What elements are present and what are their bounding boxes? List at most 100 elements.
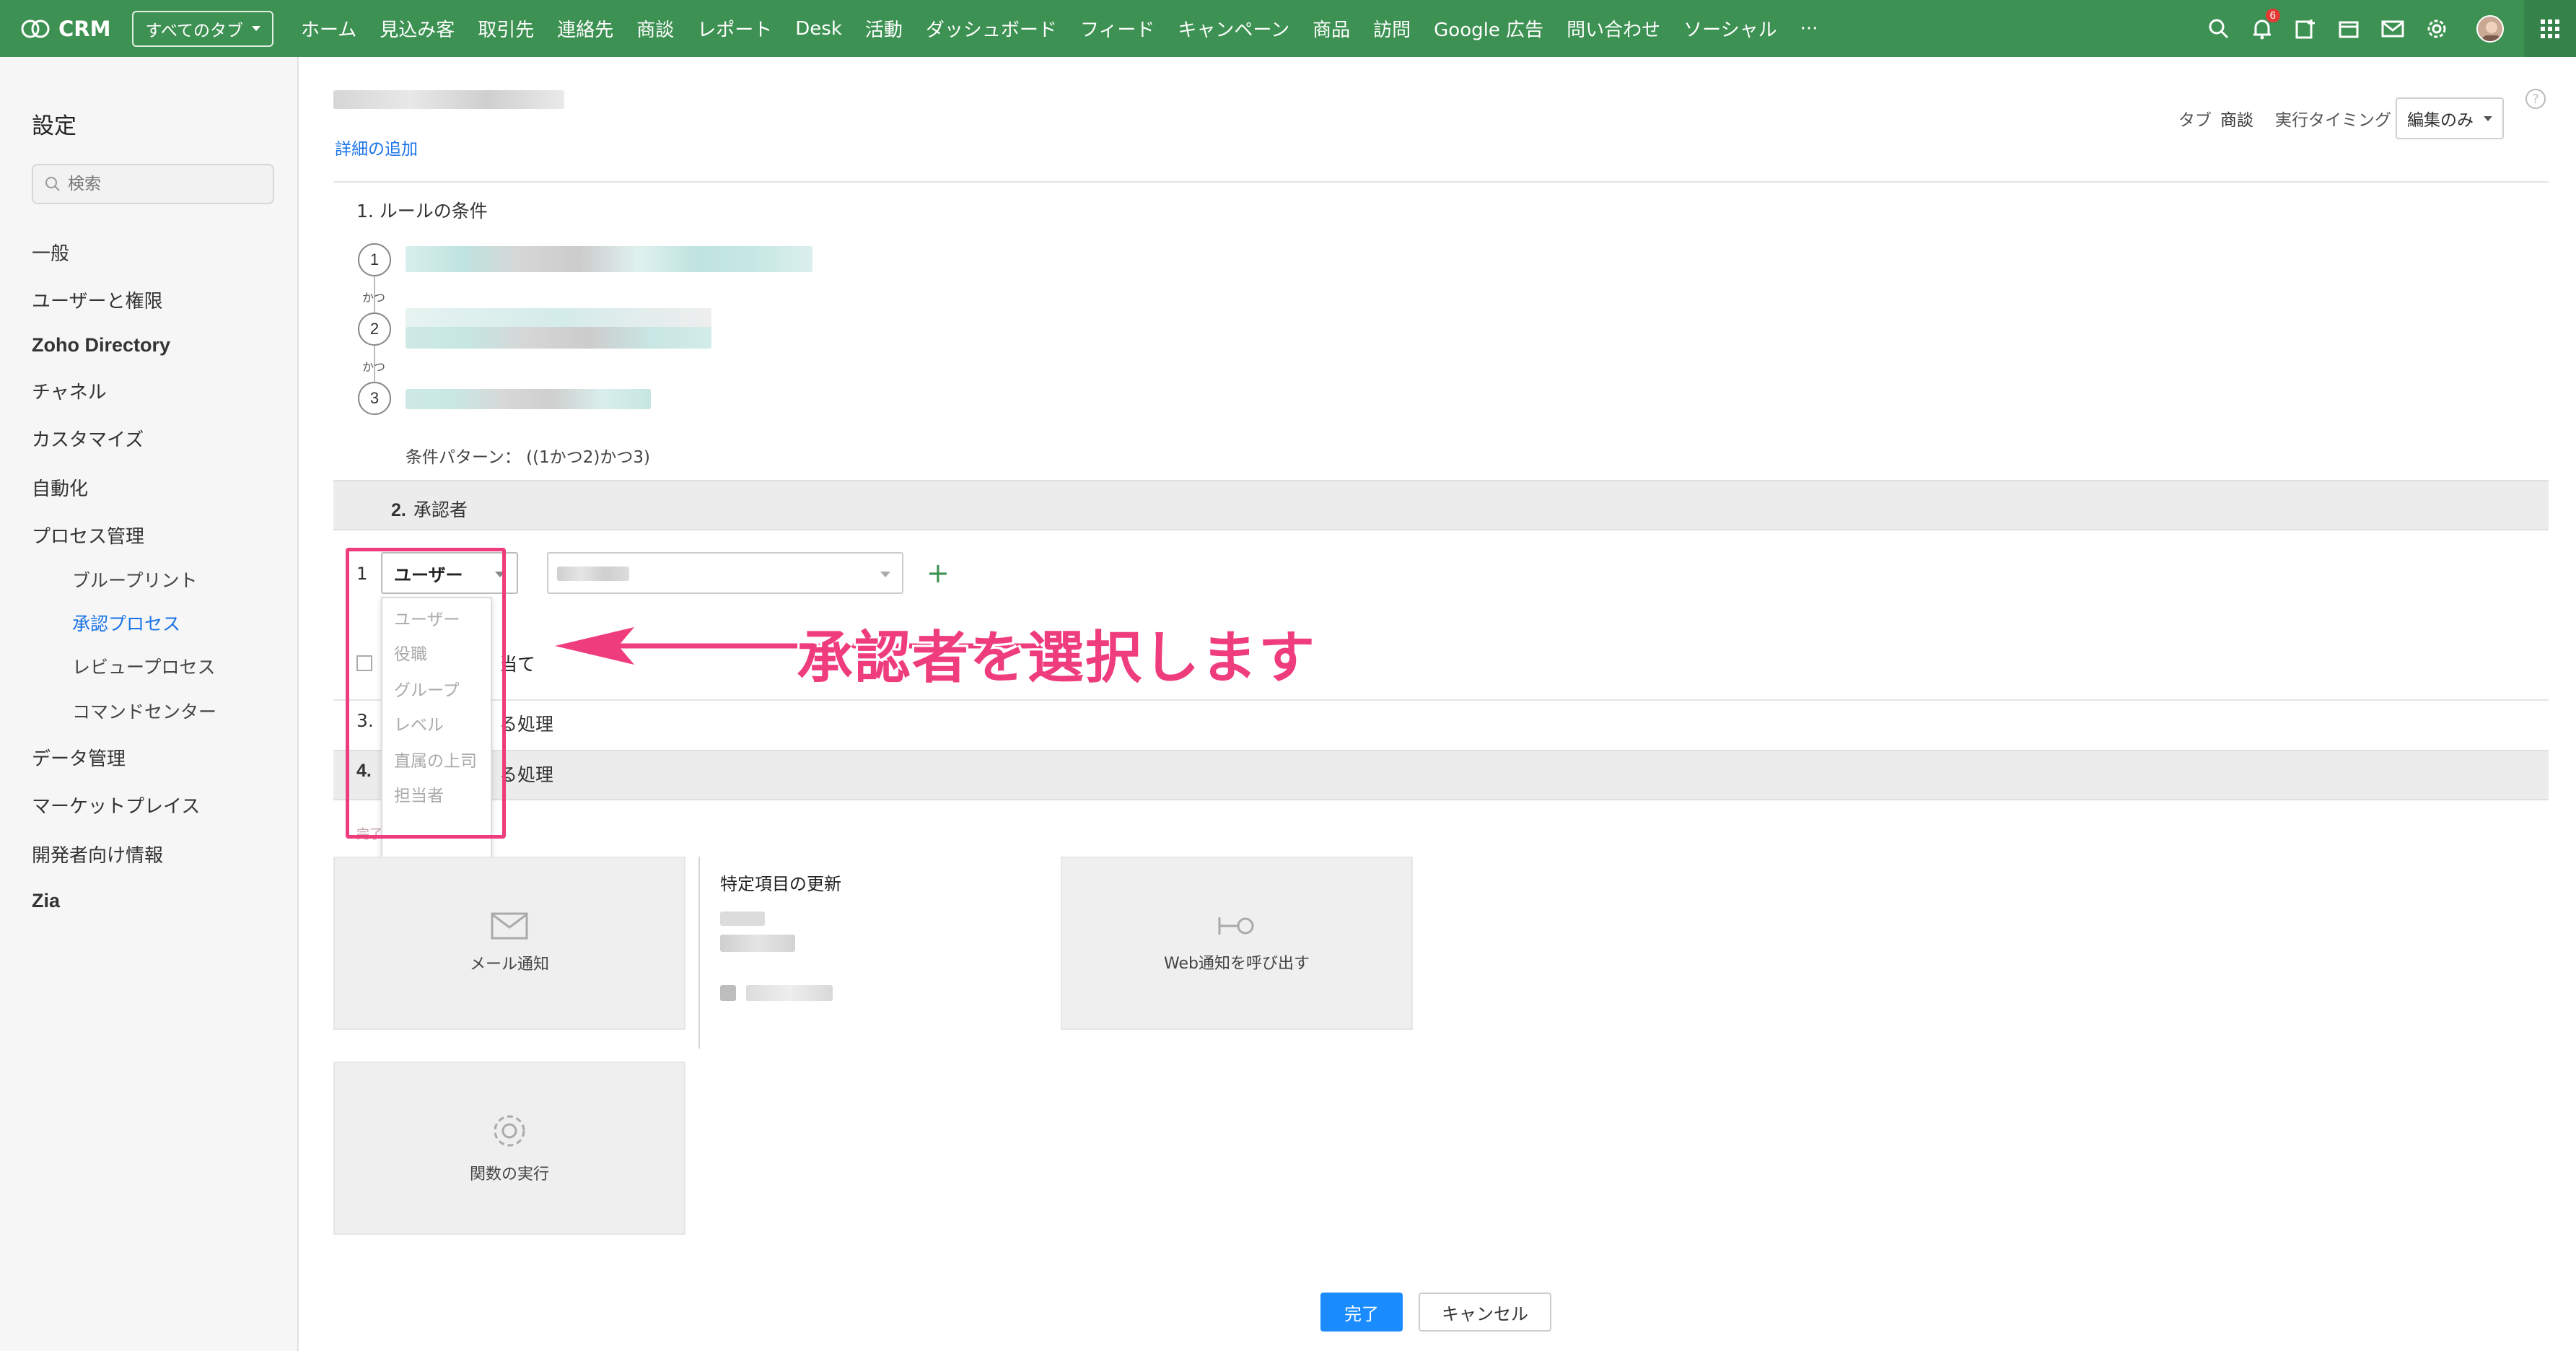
tab-value: 商談 [2220, 111, 2253, 130]
tab-leads[interactable]: 見込み客 [380, 15, 455, 42]
timing-label: 実行タイミング [2275, 111, 2391, 130]
sidebar-item-marketplace[interactable]: マーケットプレイス [32, 792, 200, 818]
all-tabs-label: すべてのタブ [145, 21, 243, 40]
timing-select[interactable]: 編集のみ [2396, 97, 2504, 139]
crm-logo[interactable]: CRM [19, 17, 110, 41]
tab-products[interactable]: 商品 [1313, 15, 1350, 42]
tab-desk[interactable]: Desk [795, 18, 842, 40]
gear-icon [494, 1115, 525, 1147]
calendar-icon[interactable] [2338, 18, 2360, 40]
crm-logo-icon [21, 19, 50, 38]
gear-icon[interactable] [2426, 18, 2448, 40]
tile-function[interactable]: 関数の実行 [333, 1062, 685, 1235]
done-button[interactable]: 完了 [1320, 1293, 1403, 1332]
tile-mail-notification[interactable]: メール通知 [333, 857, 685, 1030]
process-meta: タブ 商談 実行タイミング 編集のみ [2178, 97, 2504, 139]
mail-icon[interactable] [2381, 19, 2404, 38]
add-detail-link[interactable]: 詳細の追加 [335, 135, 418, 159]
settings-sidebar: 設定 一般 ユーザーと権限 Zoho Directory チャネル カスタマイズ… [0, 57, 299, 1351]
approver-section-title: 2. 承認者 [391, 496, 468, 522]
sidebar-item-zoho-directory[interactable]: Zoho Directory [32, 334, 170, 357]
annotation-callout: 承認者を選択します [797, 626, 1317, 691]
tile-function-label: 関数の実行 [469, 1166, 549, 1184]
condition-number-1: 1 [358, 243, 391, 276]
and-label: かつ [362, 360, 386, 374]
approver-user-select[interactable] [547, 552, 903, 594]
sidebar-item-process[interactable]: プロセス管理 [32, 522, 144, 548]
tab-google-ads[interactable]: Google 広告 [1434, 15, 1543, 42]
divider [333, 181, 2549, 183]
help-icon[interactable]: ? [2525, 89, 2546, 109]
sidebar-item-blueprint[interactable]: ブループリント [72, 567, 198, 593]
sidebar-search[interactable] [32, 164, 274, 204]
section-4-header [333, 750, 2549, 800]
tab-accounts[interactable]: 取引先 [478, 15, 534, 42]
condition-number-3: 3 [358, 382, 391, 415]
update-divider [698, 857, 700, 1049]
tab-social[interactable]: ソーシャル [1683, 15, 1777, 42]
brand-name: CRM [58, 16, 111, 41]
tab-feeds[interactable]: フィード [1080, 15, 1155, 42]
module-tabs: ホーム 見込み客 取引先 連絡先 商談 レポート Desk 活動 ダッシュボード… [289, 15, 1829, 42]
sidebar-item-zia[interactable]: Zia [32, 890, 60, 912]
tab-campaigns[interactable]: キャンペーン [1178, 15, 1289, 42]
tab-dashboards[interactable]: ダッシュボード [926, 15, 1057, 42]
sidebar-item-command-center[interactable]: コマンドセンター [72, 698, 216, 724]
tab-contacts[interactable]: 連絡先 [557, 15, 613, 42]
tab-inquiries[interactable]: 問い合わせ [1567, 15, 1660, 42]
and-label: かつ [362, 291, 386, 305]
user-avatar[interactable] [2476, 14, 2504, 43]
notification-badge: 6 [2265, 8, 2280, 22]
bell-icon[interactable]: 6 [2251, 8, 2280, 40]
update-text-blurred [746, 985, 833, 1001]
tab-reports[interactable]: レポート [697, 15, 772, 42]
sidebar-item-approval[interactable]: 承認プロセス [72, 610, 180, 636]
app-grid-button[interactable] [2524, 0, 2576, 57]
condition-3-blurred [406, 389, 651, 409]
section-4-title: る処理 [499, 764, 554, 785]
tile-webhook[interactable]: Web通知を呼び出す [1061, 857, 1413, 1030]
divider [333, 699, 2549, 701]
form-buttons: 完了 キャンセル [1320, 1293, 1551, 1332]
chevron-down-icon [251, 26, 260, 31]
all-tabs-dropdown[interactable]: すべてのタブ [132, 10, 273, 47]
cancel-button[interactable]: キャンセル [1419, 1293, 1551, 1332]
add-approver-button[interactable]: + [926, 552, 950, 594]
timing-value: 編集のみ [2407, 111, 2474, 130]
sidebar-item-automation[interactable]: 自動化 [32, 474, 88, 501]
sidebar-item-channel[interactable]: チャネル [32, 377, 107, 404]
tile-mail-label: メール通知 [469, 956, 549, 974]
sidebar-item-users[interactable]: ユーザーと権限 [32, 287, 162, 313]
search-icon [45, 177, 60, 191]
sidebar-search-input[interactable] [68, 175, 255, 193]
condition-pattern: 条件パターン： ((1かつ2)かつ3) [406, 448, 650, 467]
webhook-icon [1218, 917, 1254, 935]
field-update-title[interactable]: 特定項目の更新 [720, 870, 841, 895]
top-navigation-bar: CRM すべてのタブ ホーム 見込み客 取引先 連絡先 商談 レポート Desk… [0, 0, 2576, 57]
condition-1-blurred [406, 246, 812, 272]
sidebar-item-review[interactable]: レビュープロセス [72, 653, 216, 679]
tab-deals[interactable]: 商談 [636, 15, 674, 42]
approver-section-number: 2. [391, 500, 406, 520]
tab-visits[interactable]: 訪問 [1373, 15, 1411, 42]
add-record-icon[interactable] [2295, 18, 2316, 40]
main-content: 詳細の追加 タブ 商談 実行タイミング 編集のみ ? 1. ルールの条件 1 か… [299, 57, 2576, 1351]
tab-activities[interactable]: 活動 [865, 15, 903, 42]
search-icon[interactable] [2208, 18, 2230, 40]
more-tabs-button[interactable]: ··· [1800, 18, 1818, 40]
condition-2b-blurred [406, 327, 711, 349]
tab-label: タブ [2178, 111, 2212, 130]
sidebar-item-data[interactable]: データ管理 [32, 744, 126, 771]
section-3-title: る処理 [499, 714, 554, 735]
sidebar-item-general[interactable]: 一般 [32, 239, 69, 266]
sidebar-item-customize[interactable]: カスタマイズ [32, 425, 144, 452]
sidebar-title: 設定 [32, 113, 76, 139]
sidebar-item-developer[interactable]: 開発者向け情報 [32, 841, 163, 867]
approver-section-label: 承認者 [413, 499, 468, 520]
tab-home[interactable]: ホーム [301, 15, 356, 42]
mail-icon [491, 912, 528, 940]
update-field-blurred [720, 911, 765, 926]
approver-user-blurred [557, 567, 629, 581]
rule-conditions-title: 1. ルールの条件 [356, 201, 488, 222]
process-name-blurred [333, 90, 564, 109]
